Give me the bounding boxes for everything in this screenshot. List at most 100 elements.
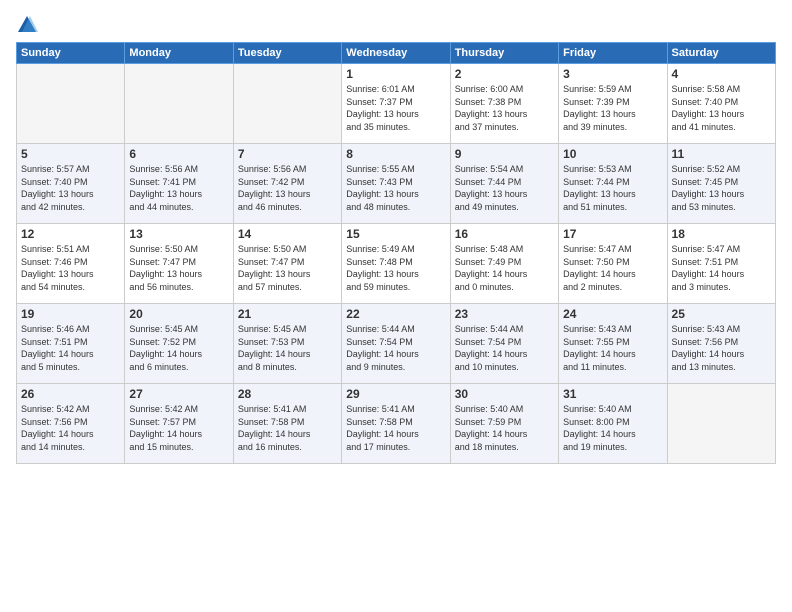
day-info: Sunrise: 5:44 AM Sunset: 7:54 PM Dayligh…	[455, 323, 554, 373]
calendar-day-cell: 15 Sunrise: 5:49 AM Sunset: 7:48 PM Dayli…	[342, 224, 450, 304]
day-info: Sunrise: 5:47 AM Sunset: 7:50 PM Dayligh…	[563, 243, 662, 293]
calendar-day-header: Monday	[125, 43, 233, 64]
day-info: Sunrise: 5:52 AM Sunset: 7:45 PM Dayligh…	[672, 163, 771, 213]
day-number: 30	[455, 387, 554, 401]
day-info: Sunrise: 5:43 AM Sunset: 7:55 PM Dayligh…	[563, 323, 662, 373]
day-info: Sunrise: 5:56 AM Sunset: 7:41 PM Dayligh…	[129, 163, 228, 213]
calendar-day-cell: 23 Sunrise: 5:44 AM Sunset: 7:54 PM Dayli…	[450, 304, 558, 384]
day-info: Sunrise: 5:53 AM Sunset: 7:44 PM Dayligh…	[563, 163, 662, 213]
calendar-day-cell: 26Sunrise: 5:42 AM Sunset: 7:56 PM Dayli…	[17, 384, 125, 464]
day-info: Sunrise: 5:47 AM Sunset: 7:51 PM Dayligh…	[672, 243, 771, 293]
calendar-week-row: 19Sunrise: 5:46 AM Sunset: 7:51 PM Dayli…	[17, 304, 776, 384]
calendar-day-cell: 22 Sunrise: 5:44 AM Sunset: 7:54 PM Dayli…	[342, 304, 450, 384]
calendar-day-cell: 3 Sunrise: 5:59 AM Sunset: 7:39 PM Daylig…	[559, 64, 667, 144]
day-number: 12	[21, 227, 120, 241]
calendar-day-cell: 28 Sunrise: 5:41 AM Sunset: 7:58 PM Dayli…	[233, 384, 341, 464]
day-number: 22	[346, 307, 445, 321]
day-info: Sunrise: 5:44 AM Sunset: 7:54 PM Dayligh…	[346, 323, 445, 373]
calendar-day-header: Friday	[559, 43, 667, 64]
day-info: Sunrise: 5:51 AM Sunset: 7:46 PM Dayligh…	[21, 243, 120, 293]
day-number: 20	[129, 307, 228, 321]
calendar-day-cell: 10 Sunrise: 5:53 AM Sunset: 7:44 PM Dayli…	[559, 144, 667, 224]
calendar-day-header: Wednesday	[342, 43, 450, 64]
day-info: Sunrise: 5:41 AM Sunset: 7:58 PM Dayligh…	[238, 403, 337, 453]
calendar-day-cell: 8Sunrise: 5:55 AM Sunset: 7:43 PM Daylig…	[342, 144, 450, 224]
calendar-day-cell	[17, 64, 125, 144]
calendar-day-cell	[125, 64, 233, 144]
day-info: Sunrise: 5:50 AM Sunset: 7:47 PM Dayligh…	[129, 243, 228, 293]
day-number: 10	[563, 147, 662, 161]
day-info: Sunrise: 5:40 AM Sunset: 7:59 PM Dayligh…	[455, 403, 554, 453]
header	[16, 12, 776, 36]
day-info: Sunrise: 5:54 AM Sunset: 7:44 PM Dayligh…	[455, 163, 554, 213]
calendar-day-cell: 19Sunrise: 5:46 AM Sunset: 7:51 PM Dayli…	[17, 304, 125, 384]
day-number: 25	[672, 307, 771, 321]
day-number: 31	[563, 387, 662, 401]
day-info: Sunrise: 5:45 AM Sunset: 7:53 PM Dayligh…	[238, 323, 337, 373]
calendar-table: SundayMondayTuesdayWednesdayThursdayFrid…	[16, 42, 776, 464]
calendar-day-cell: 1 Sunrise: 6:01 AM Sunset: 7:37 PM Daylig…	[342, 64, 450, 144]
calendar-day-cell: 18 Sunrise: 5:47 AM Sunset: 7:51 PM Dayli…	[667, 224, 775, 304]
calendar-day-cell: 25 Sunrise: 5:43 AM Sunset: 7:56 PM Dayli…	[667, 304, 775, 384]
day-info: Sunrise: 5:40 AM Sunset: 8:00 PM Dayligh…	[563, 403, 662, 453]
day-number: 28	[238, 387, 337, 401]
calendar-day-header: Thursday	[450, 43, 558, 64]
calendar-day-cell	[667, 384, 775, 464]
day-info: Sunrise: 5:56 AM Sunset: 7:42 PM Dayligh…	[238, 163, 337, 213]
day-info: Sunrise: 5:59 AM Sunset: 7:39 PM Dayligh…	[563, 83, 662, 133]
day-number: 3	[563, 67, 662, 81]
day-number: 13	[129, 227, 228, 241]
day-info: Sunrise: 5:43 AM Sunset: 7:56 PM Dayligh…	[672, 323, 771, 373]
day-info: Sunrise: 5:45 AM Sunset: 7:52 PM Dayligh…	[129, 323, 228, 373]
day-number: 2	[455, 67, 554, 81]
calendar-day-header: Saturday	[667, 43, 775, 64]
calendar-day-cell: 12 Sunrise: 5:51 AM Sunset: 7:46 PM Dayli…	[17, 224, 125, 304]
calendar-week-row: 5Sunrise: 5:57 AM Sunset: 7:40 PM Daylig…	[17, 144, 776, 224]
day-number: 6	[129, 147, 228, 161]
calendar-day-cell: 29 Sunrise: 5:41 AM Sunset: 7:58 PM Dayli…	[342, 384, 450, 464]
day-number: 24	[563, 307, 662, 321]
calendar-day-cell: 24 Sunrise: 5:43 AM Sunset: 7:55 PM Dayli…	[559, 304, 667, 384]
logo-area	[16, 12, 42, 36]
day-number: 14	[238, 227, 337, 241]
calendar-day-cell: 13 Sunrise: 5:50 AM Sunset: 7:47 PM Dayli…	[125, 224, 233, 304]
calendar-day-cell: 21Sunrise: 5:45 AM Sunset: 7:53 PM Dayli…	[233, 304, 341, 384]
day-info: Sunrise: 5:41 AM Sunset: 7:58 PM Dayligh…	[346, 403, 445, 453]
day-number: 7	[238, 147, 337, 161]
calendar-week-row: 1 Sunrise: 6:01 AM Sunset: 7:37 PM Daylig…	[17, 64, 776, 144]
calendar-day-cell: 27 Sunrise: 5:42 AM Sunset: 7:57 PM Dayli…	[125, 384, 233, 464]
calendar-day-cell: 9 Sunrise: 5:54 AM Sunset: 7:44 PM Daylig…	[450, 144, 558, 224]
day-info: Sunrise: 6:00 AM Sunset: 7:38 PM Dayligh…	[455, 83, 554, 133]
day-number: 15	[346, 227, 445, 241]
calendar-day-cell: 16 Sunrise: 5:48 AM Sunset: 7:49 PM Dayli…	[450, 224, 558, 304]
calendar-day-cell: 5Sunrise: 5:57 AM Sunset: 7:40 PM Daylig…	[17, 144, 125, 224]
day-info: Sunrise: 5:49 AM Sunset: 7:48 PM Dayligh…	[346, 243, 445, 293]
calendar-day-cell: 31 Sunrise: 5:40 AM Sunset: 8:00 PM Dayli…	[559, 384, 667, 464]
day-number: 18	[672, 227, 771, 241]
day-number: 29	[346, 387, 445, 401]
calendar-day-cell: 4Sunrise: 5:58 AM Sunset: 7:40 PM Daylig…	[667, 64, 775, 144]
calendar-page: SundayMondayTuesdayWednesdayThursdayFrid…	[0, 0, 792, 612]
day-number: 9	[455, 147, 554, 161]
calendar-day-cell: 11 Sunrise: 5:52 AM Sunset: 7:45 PM Dayli…	[667, 144, 775, 224]
day-number: 16	[455, 227, 554, 241]
day-number: 27	[129, 387, 228, 401]
day-number: 17	[563, 227, 662, 241]
calendar-day-header: Tuesday	[233, 43, 341, 64]
calendar-day-cell: 2 Sunrise: 6:00 AM Sunset: 7:38 PM Daylig…	[450, 64, 558, 144]
day-number: 11	[672, 147, 771, 161]
day-number: 1	[346, 67, 445, 81]
calendar-day-cell: 7 Sunrise: 5:56 AM Sunset: 7:42 PM Daylig…	[233, 144, 341, 224]
day-number: 23	[455, 307, 554, 321]
calendar-week-row: 12 Sunrise: 5:51 AM Sunset: 7:46 PM Dayli…	[17, 224, 776, 304]
logo-icon	[16, 14, 38, 36]
calendar-day-header: Sunday	[17, 43, 125, 64]
calendar-day-cell: 20 Sunrise: 5:45 AM Sunset: 7:52 PM Dayli…	[125, 304, 233, 384]
day-info: Sunrise: 5:48 AM Sunset: 7:49 PM Dayligh…	[455, 243, 554, 293]
day-number: 4	[672, 67, 771, 81]
day-info: Sunrise: 5:42 AM Sunset: 7:57 PM Dayligh…	[129, 403, 228, 453]
day-info: Sunrise: 6:01 AM Sunset: 7:37 PM Dayligh…	[346, 83, 445, 133]
day-info: Sunrise: 5:42 AM Sunset: 7:56 PM Dayligh…	[21, 403, 120, 453]
calendar-day-cell: 17 Sunrise: 5:47 AM Sunset: 7:50 PM Dayli…	[559, 224, 667, 304]
calendar-week-row: 26Sunrise: 5:42 AM Sunset: 7:56 PM Dayli…	[17, 384, 776, 464]
